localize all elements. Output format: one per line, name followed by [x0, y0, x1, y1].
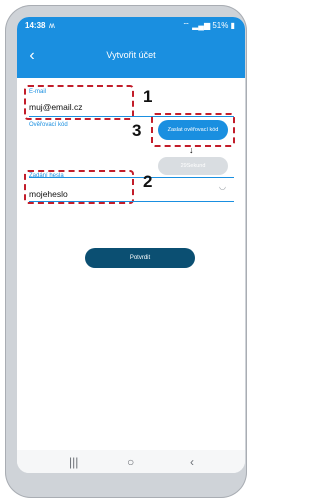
annotation-number-2: 2: [143, 172, 153, 191]
app-screen: 14:38 ʍ ⌔ ▂▄▆ 51% ▮ ‹ Vytvořit účet E-ma…: [17, 17, 245, 473]
phone-frame: 14:38 ʍ ⌔ ▂▄▆ 51% ▮ ‹ Vytvořit účet E-ma…: [5, 5, 247, 498]
android-nav-bar: ||| ○ ‹: [17, 450, 245, 473]
notification-icon: ʍ: [49, 21, 55, 30]
home-icon[interactable]: ○: [127, 455, 134, 469]
email-label: E-mail: [29, 89, 47, 95]
title-bar: ‹ Vytvořit účet: [17, 39, 245, 73]
battery-indicator: ⌔ ▂▄▆ 51% ▮: [182, 21, 235, 31]
signal-icon: ▂▄▆: [192, 21, 211, 30]
password-underline: [29, 201, 234, 202]
recent-apps-icon[interactable]: |||: [69, 455, 78, 469]
annotation-number-3: 3: [132, 121, 142, 140]
battery-icon: ▮: [230, 21, 235, 30]
status-time: 14:38: [25, 21, 46, 30]
code-label: Ověřovací kód: [29, 122, 68, 128]
page-title: Vytvořit účet: [106, 50, 156, 60]
status-bar: 14:38 ʍ ⌔ ▂▄▆ 51% ▮: [17, 17, 245, 35]
back-nav-icon[interactable]: ‹: [190, 455, 194, 469]
battery-percent: 51%: [212, 21, 229, 30]
wifi-icon: ⌔: [182, 21, 190, 30]
app-header: 14:38 ʍ ⌔ ▂▄▆ 51% ▮ ‹ Vytvořit účet: [17, 17, 245, 78]
send-code-button[interactable]: Zaslat ověřovací kód: [158, 120, 228, 140]
password-label: Zadání hesla: [29, 173, 64, 179]
timer-button[interactable]: 29Sekund: [158, 157, 228, 175]
confirm-button[interactable]: Potvrdit: [85, 248, 195, 268]
annotation-number-1: 1: [143, 87, 153, 106]
eye-icon[interactable]: ◡: [219, 182, 226, 191]
email-field[interactable]: muj@email.cz: [29, 102, 83, 112]
password-field[interactable]: mojeheslo: [29, 189, 68, 199]
down-arrow-icon: ↓: [189, 145, 194, 155]
